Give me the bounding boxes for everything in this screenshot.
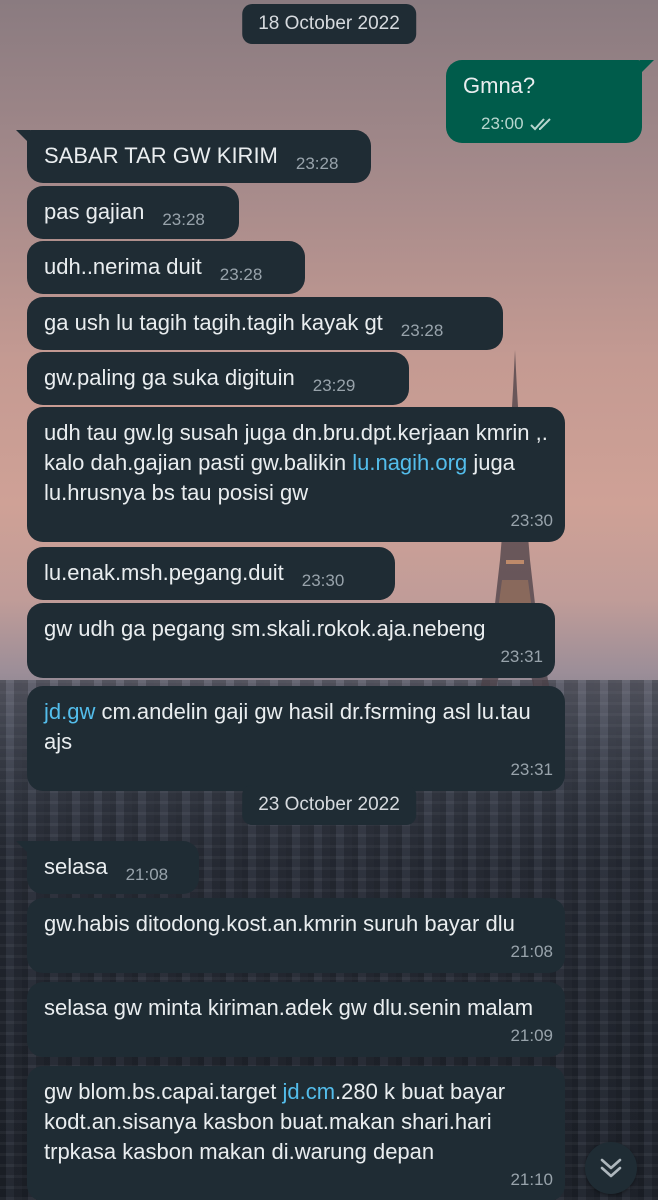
incoming-message[interactable]: ga ush lu tagih tagih.tagih kayak gt 23:2… [27,297,503,350]
message-text: udh..nerima duit [44,254,202,279]
incoming-message[interactable]: selasa gw minta kiriman.adek gw dlu.seni… [27,982,565,1057]
incoming-message[interactable]: udh tau gw.lg susah juga dn.bru.dpt.kerj… [27,407,565,542]
incoming-message[interactable]: udh..nerima duit 23:28 [27,241,305,294]
message-text: selasa [44,854,108,879]
message-time: 21:10 [510,1170,553,1189]
date-label: 23 October 2022 [258,794,400,815]
message-list[interactable]: 18 October 2022 Gmna? 23:00 SABAR TAR GW… [0,0,658,1200]
date-separator: 23 October 2022 [242,785,416,825]
incoming-message[interactable]: lu.enak.msh.pegang.duit 23:30 [27,547,395,600]
message-text: jd.gw cm.andelin gaji gw hasil dr.fsrmin… [44,699,531,754]
incoming-message[interactable]: gw udh ga pegang sm.skali.rokok.aja.nebe… [27,603,555,678]
message-link[interactable]: jd.gw [44,699,95,724]
message-time: 21:08 [125,865,169,884]
message-link[interactable]: jd.cm [282,1079,335,1104]
message-time: 23:28 [219,265,263,284]
message-text: gw blom.bs.capai.target jd.cm.280 k buat… [44,1079,506,1164]
double-chevron-down-icon [600,1158,622,1178]
double-check-icon [529,118,551,131]
date-separator: 18 October 2022 [242,4,416,44]
message-time: 23:28 [295,154,339,173]
incoming-message[interactable]: jd.gw cm.andelin gaji gw hasil dr.fsrmin… [27,686,565,791]
message-time: 23:00 [481,109,556,139]
message-text: gw udh ga pegang sm.skali.rokok.aja.nebe… [44,616,486,641]
message-time: 23:30 [301,571,345,590]
message-time: 23:30 [510,511,553,530]
incoming-message[interactable]: selasa 21:08 [27,841,199,894]
message-time: 23:31 [510,760,553,779]
message-time: 21:09 [510,1026,553,1045]
incoming-message[interactable]: pas gajian 23:28 [27,186,239,239]
bubble-tail [640,60,654,74]
message-text: pas gajian [44,199,145,224]
message-text: Gmna? [463,73,536,98]
message-time: 23:29 [312,376,356,395]
outgoing-message[interactable]: Gmna? 23:00 [446,60,642,143]
scroll-to-bottom-button[interactable] [585,1142,637,1194]
message-time: 23:28 [400,321,444,340]
message-time: 23:28 [162,210,205,229]
incoming-message[interactable]: gw.habis ditodong.kost.an.kmrin suruh ba… [27,898,565,973]
message-time: 21:08 [510,942,553,961]
message-text: lu.enak.msh.pegang.duit [44,560,284,585]
incoming-message[interactable]: gw.paling ga suka digituin 23:29 [27,352,409,405]
message-text: ga ush lu tagih tagih.tagih kayak gt [44,310,383,335]
message-text: udh tau gw.lg susah juga dn.bru.dpt.kerj… [44,420,548,505]
message-text: selasa gw minta kiriman.adek gw dlu.seni… [44,995,534,1020]
message-text: gw.paling ga suka digituin [44,365,295,390]
message-text: SABAR TAR GW KIRIM [44,143,278,168]
message-time: 23:31 [500,647,543,666]
date-label: 18 October 2022 [258,13,400,34]
incoming-message[interactable]: SABAR TAR GW KIRIM 23:28 [27,130,371,183]
message-link[interactable]: lu.nagih.org [352,450,467,475]
message-text: gw.habis ditodong.kost.an.kmrin suruh ba… [44,911,515,936]
incoming-message[interactable]: gw blom.bs.capai.target jd.cm.280 k buat… [27,1066,565,1200]
